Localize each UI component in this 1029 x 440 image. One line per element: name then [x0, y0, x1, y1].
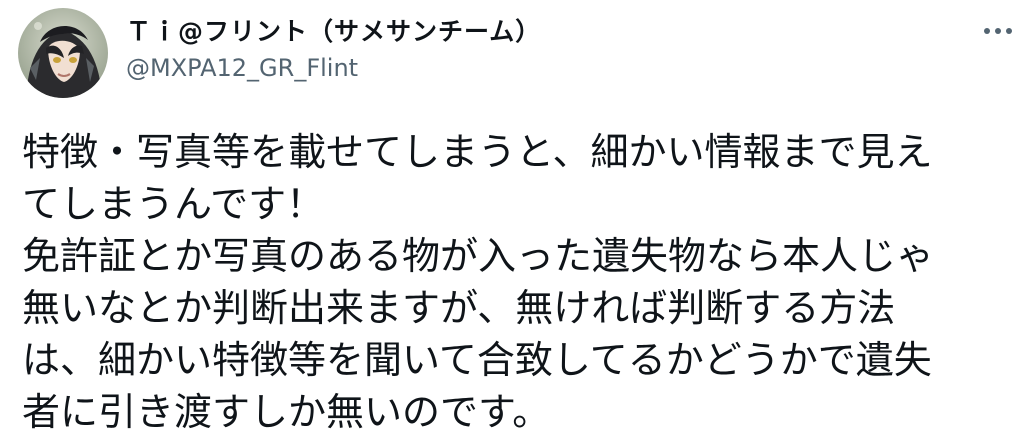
more-options-button[interactable] [978, 16, 1018, 46]
tweet-text: 特徴・写真等を載せてしまうと、細かい情報まで見え てしまうんです！ 免許証とか写… [22, 126, 1012, 438]
tweet: Ｔｉ@フリント（サメサンチーム） @MXPA12_GR_Flint 特徴・写真等… [0, 0, 1029, 440]
tweet-text-line: 免許証とか写真のある物が入った遺失物なら本人じゃ [22, 234, 935, 278]
more-horizontal-icon [984, 28, 1012, 34]
tweet-text-line: てしまうんです！ [22, 182, 325, 226]
tweet-text-line: 者に引き渡すしか無いのです。 [22, 390, 551, 434]
author-display-name[interactable]: Ｔｉ@フリント（サメサンチーム） [126, 16, 541, 48]
tweet-text-line: 無いなとか判断出来ますが、無ければ判断する方法 [22, 286, 896, 330]
tweet-text-line: は、細かい特徴等を聞いて合致してるかどうかで遺失 [22, 338, 932, 382]
avatar-image [18, 8, 108, 98]
author-avatar[interactable] [18, 8, 108, 98]
author-info: Ｔｉ@フリント（サメサンチーム） @MXPA12_GR_Flint [126, 16, 541, 86]
tweet-text-line: 特徴・写真等を載せてしまうと、細かい情報まで見え [22, 130, 933, 174]
author-handle[interactable]: @MXPA12_GR_Flint [126, 53, 541, 83]
